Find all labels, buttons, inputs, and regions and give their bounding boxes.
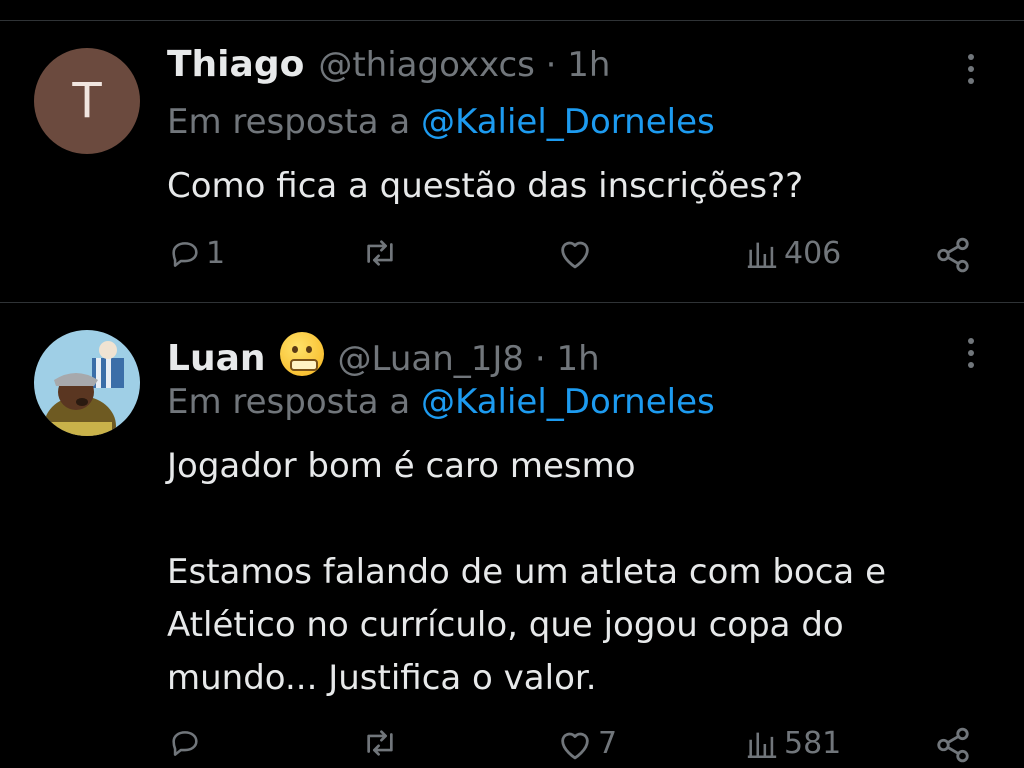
tweet-text-line: mundo... Justifica o valor.: [167, 658, 597, 698]
views-button[interactable]: 581: [744, 726, 841, 761]
tweet-body: Jogador bom é caro mesmo Estamos falando…: [167, 440, 886, 705]
reply-context: Em resposta a @Kaliel_Dorneles: [167, 382, 715, 422]
action-bar: 7 581: [0, 724, 1024, 768]
views-icon: [747, 732, 777, 758]
reply-prefix: Em resposta a: [167, 382, 411, 422]
like-count: 7: [598, 726, 618, 761]
retweet-icon: [367, 730, 393, 756]
tweet[interactable]: Luan @Luan_1J8 · 1h Em resposta a @Kalie…: [0, 0, 1024, 763]
share-button[interactable]: [934, 726, 972, 764]
tweet-text-line: Atlético no currículo, que jogou copa do: [167, 605, 844, 645]
share-icon: [937, 727, 969, 763]
view-count: 581: [784, 726, 842, 761]
reply-mention[interactable]: @Kaliel_Dorneles: [421, 382, 715, 422]
retweet-button[interactable]: [360, 726, 400, 760]
handle-and-time[interactable]: @Luan_1J8 · 1h: [338, 339, 600, 379]
reply-button[interactable]: [168, 726, 206, 760]
tweet-header: Luan @Luan_1J8 · 1h: [167, 326, 600, 379]
more-icon[interactable]: [960, 338, 982, 374]
like-icon: [561, 732, 589, 759]
tweet-text-line: Estamos falando de um atleta com boca e: [167, 552, 886, 592]
display-name[interactable]: Luan: [167, 338, 266, 379]
zipper-mouth-emoji: [279, 332, 324, 376]
reply-icon: [172, 731, 198, 756]
like-button[interactable]: 7: [556, 726, 617, 761]
tweet-text-line: [167, 493, 886, 546]
avatar-photo: [34, 330, 140, 436]
avatar[interactable]: [34, 330, 140, 436]
tweet-text-line: Jogador bom é caro mesmo: [167, 446, 636, 486]
